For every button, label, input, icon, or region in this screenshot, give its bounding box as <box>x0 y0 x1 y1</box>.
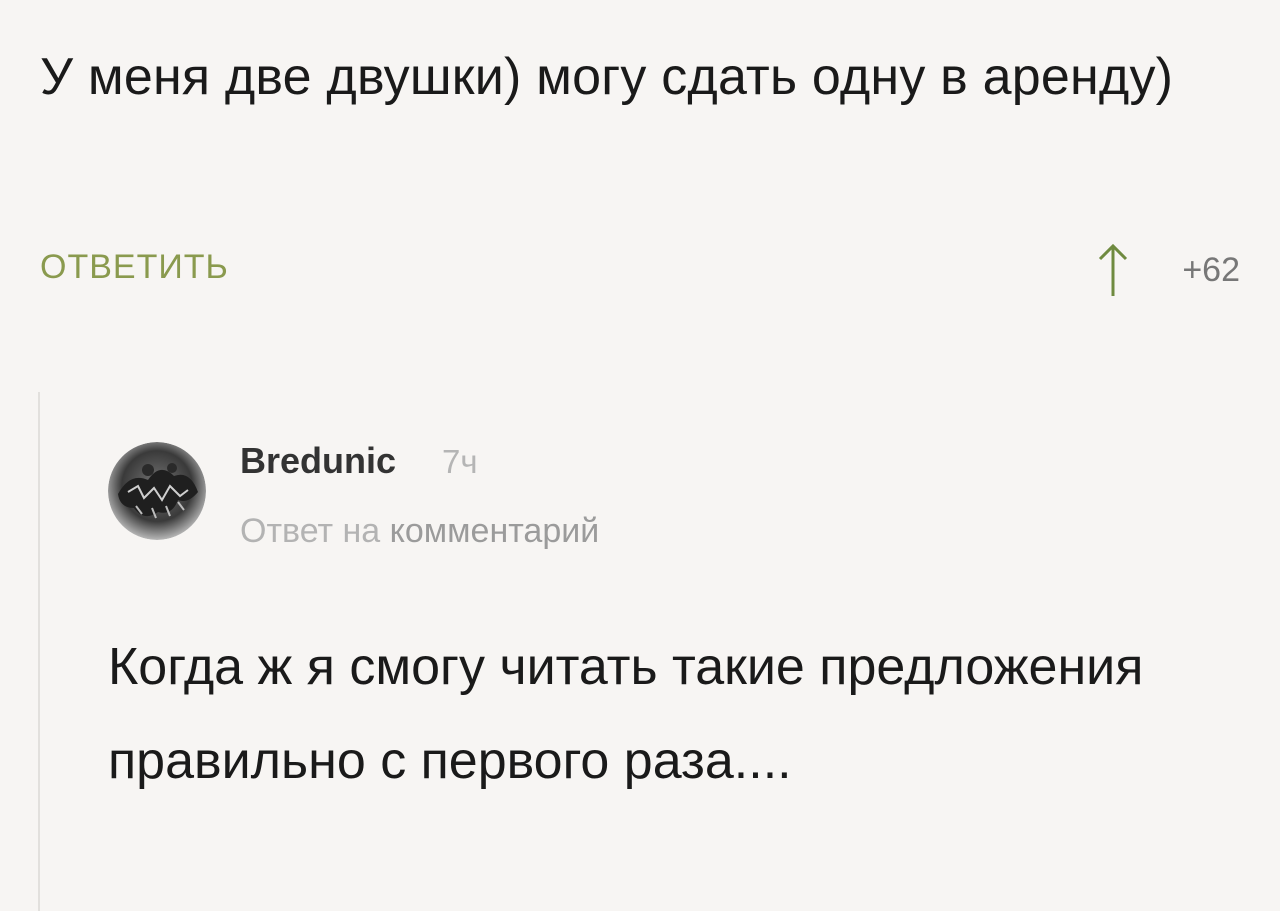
avatar-image <box>108 442 206 540</box>
reply-header: Bredunic 7ч <box>240 440 478 482</box>
reply-comment-text: Когда ж я смогу читать такие предложения… <box>108 638 1144 790</box>
comment-thread: У меня две двушки) могу сдать одну в аре… <box>0 0 1280 911</box>
reply-button[interactable]: ОТВЕТИТЬ <box>40 248 229 287</box>
parent-comment-text: У меня две двушки) могу сдать одну в аре… <box>40 48 1174 106</box>
arrow-up-icon[interactable] <box>1096 242 1130 298</box>
vote-controls: +62 <box>1096 242 1240 298</box>
timestamp: 7ч <box>442 443 478 480</box>
parent-comment: У меня две двушки) могу сдать одну в аре… <box>40 30 1260 124</box>
comment-actions: ОТВЕТИТЬ +62 <box>40 242 1240 302</box>
rating-count: +62 <box>1182 250 1240 289</box>
reply-to-prefix: Ответ на <box>240 512 381 550</box>
avatar[interactable] <box>108 442 206 540</box>
reply-to-link[interactable]: комментарий <box>390 512 600 550</box>
thread-line <box>38 392 40 911</box>
author-name[interactable]: Bredunic <box>240 440 396 482</box>
reply-to-line: Ответ на комментарий <box>240 512 599 551</box>
